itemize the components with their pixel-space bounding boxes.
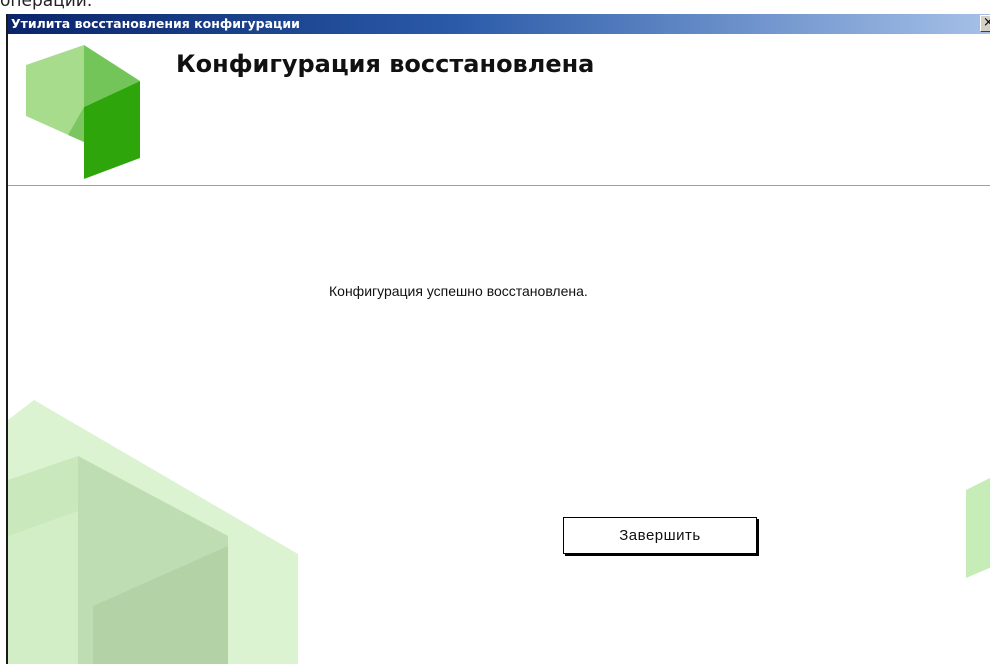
wizard-header: Конфигурация восстановлена	[8, 34, 990, 185]
page-title: Конфигурация восстановлена	[176, 50, 595, 78]
dialog-window: Утилита восстановления конфигурации × Ко…	[6, 14, 990, 664]
window-title: Утилита восстановления конфигурации	[11, 16, 300, 31]
logo-icon	[26, 45, 140, 179]
close-button[interactable]: ×	[980, 15, 990, 32]
title-bar[interactable]: Утилита восстановления конфигурации ×	[8, 14, 990, 34]
background-decoration	[8, 400, 990, 664]
wizard-content: Конфигурация успешно восстановлена. Заве…	[8, 186, 990, 664]
status-message: Конфигурация успешно восстановлена.	[329, 283, 588, 299]
page-caption: операции.	[0, 0, 93, 11]
close-icon: ×	[983, 16, 990, 31]
finish-button[interactable]: Завершить	[563, 517, 757, 554]
